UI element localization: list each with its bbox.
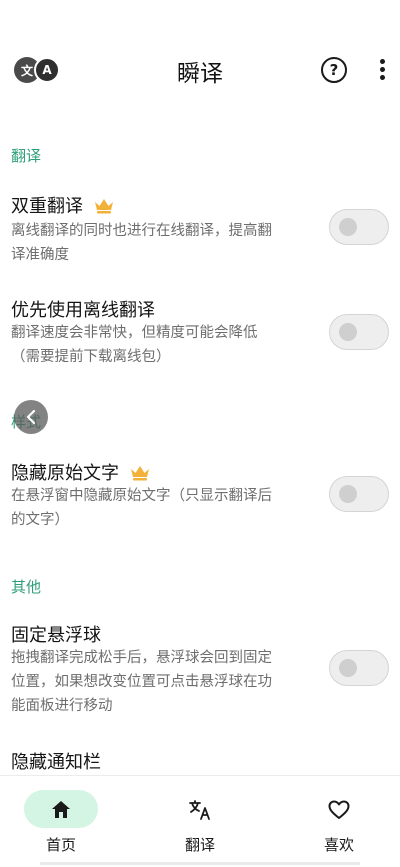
setting-desc-line: 翻译速度会非常快，但精度可能会降低 [11, 325, 258, 341]
setting-title: 隐藏通知栏 [11, 748, 101, 774]
dual-translate-toggle[interactable] [329, 209, 389, 245]
setting-title-text: 隐藏通知栏 [11, 752, 101, 773]
section-header-other: 其他 [11, 578, 42, 596]
fix-ball-toggle[interactable] [329, 650, 389, 686]
setting-desc-line: （需要提前下载离线包） [11, 349, 171, 365]
toggle-knob [339, 323, 357, 341]
toggle-knob [339, 485, 357, 503]
nav-item-favorites[interactable]: 喜欢 [294, 790, 384, 860]
settings-screen: 文 A 瞬译 ? 翻译 双重翻译 离线翻译的同时也进行在线翻译，提高翻 译准确度… [0, 0, 400, 867]
floating-ball[interactable] [14, 400, 48, 434]
hide-original-toggle[interactable] [329, 476, 389, 512]
app-bar: 文 A 瞬译 ? [0, 44, 400, 96]
setting-desc-line: 位置，如果想改变位置可点击悬浮球在功 [11, 674, 272, 690]
help-icon[interactable]: ? [321, 57, 347, 83]
nav-label-favorites: 喜欢 [323, 836, 354, 854]
heart-icon [328, 800, 350, 819]
setting-title: 隐藏原始文字 [11, 459, 151, 485]
setting-desc-line: 能面板进行移动 [11, 698, 113, 714]
setting-desc-line: 离线翻译的同时也进行在线翻译，提高翻 [11, 223, 272, 239]
nav-label-home: 首页 [45, 836, 76, 854]
setting-title-text: 隐藏原始文字 [11, 463, 119, 484]
setting-title: 优先使用离线翻译 [11, 296, 155, 322]
setting-hide-original[interactable]: 隐藏原始文字 在悬浮窗中隐藏原始文字（只显示翻译后 的文字） [0, 459, 400, 539]
nav-label-translate: 翻译 [184, 836, 215, 854]
gesture-bar [40, 862, 360, 865]
setting-desc-line: 的文字） [11, 512, 69, 528]
translate-icon [189, 800, 210, 820]
crown-icon [131, 465, 149, 480]
toggle-knob [339, 659, 357, 677]
setting-title-text: 优先使用离线翻译 [11, 300, 155, 321]
setting-desc-line: 拖拽翻译完成松手后，悬浮球会回到固定 [11, 650, 272, 666]
section-header-translate: 翻译 [11, 147, 42, 165]
setting-dual-translate[interactable]: 双重翻译 离线翻译的同时也进行在线翻译，提高翻 译准确度 [0, 192, 400, 272]
toggle-knob [339, 218, 357, 236]
setting-title-text: 固定悬浮球 [11, 625, 101, 646]
setting-title: 双重翻译 [11, 192, 115, 218]
setting-offline-first[interactable]: 优先使用离线翻译 翻译速度会非常快，但精度可能会降低 （需要提前下载离线包） [0, 296, 400, 376]
home-icon [52, 801, 70, 818]
setting-fix-ball[interactable]: 固定悬浮球 拖拽翻译完成松手后，悬浮球会回到固定 位置，如果想改变位置可点击悬浮… [0, 621, 400, 721]
setting-desc-line: 在悬浮窗中隐藏原始文字（只显示翻译后 [11, 488, 272, 504]
more-vertical-icon[interactable] [378, 59, 386, 81]
setting-title: 固定悬浮球 [11, 621, 101, 647]
setting-title-text: 双重翻译 [11, 196, 83, 217]
offline-first-toggle[interactable] [329, 314, 389, 350]
setting-hide-notification[interactable]: 隐藏通知栏 [0, 748, 400, 774]
setting-desc-line: 译准确度 [11, 247, 69, 263]
nav-item-translate[interactable]: 翻译 [155, 790, 245, 860]
nav-item-home[interactable]: 首页 [16, 790, 106, 860]
bottom-navigation: 首页 翻译 喜欢 [0, 775, 400, 867]
chevron-left-icon [26, 409, 36, 425]
crown-icon [95, 198, 113, 213]
